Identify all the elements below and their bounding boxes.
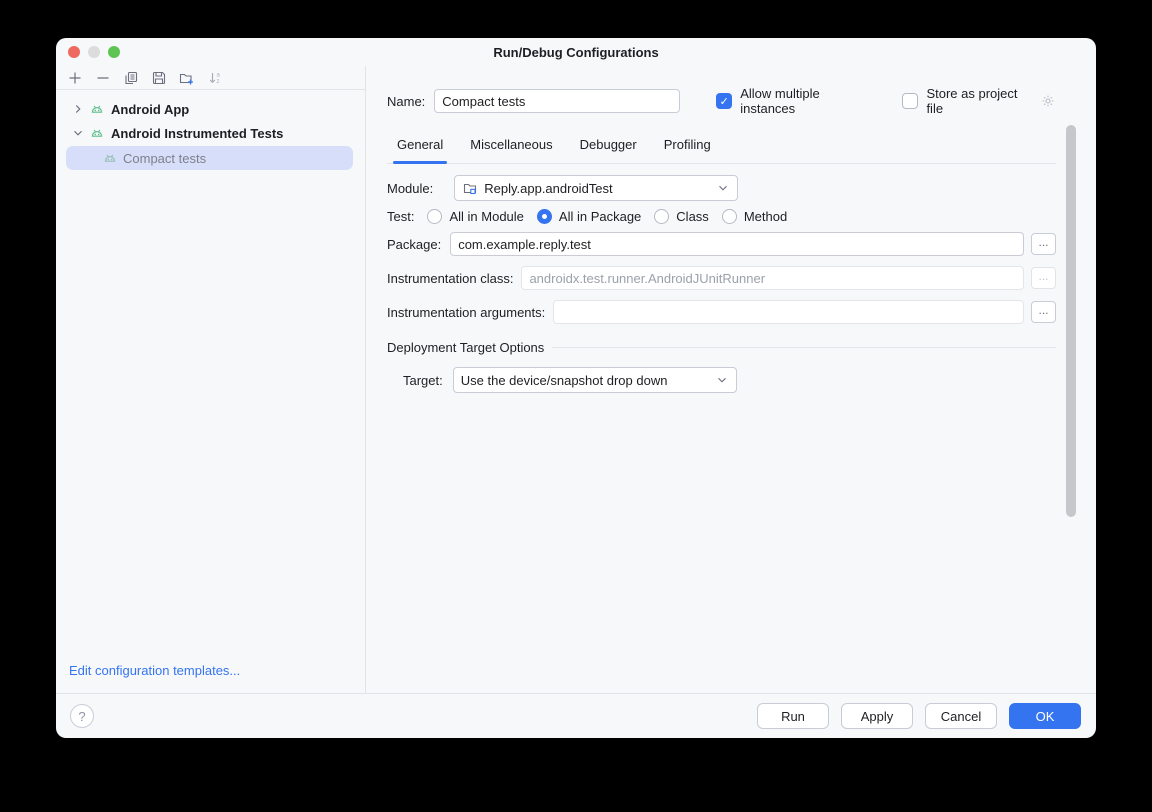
package-browse-button[interactable]: ...: [1031, 233, 1056, 255]
checkbox-checked-icon[interactable]: ✓: [716, 93, 732, 109]
minimize-window-button: [88, 46, 100, 58]
form-tabs: General Miscellaneous Debugger Profiling: [387, 137, 1056, 164]
chevron-down-icon: [716, 181, 730, 195]
tab-debugger[interactable]: Debugger: [580, 137, 637, 163]
tab-miscellaneous[interactable]: Miscellaneous: [470, 137, 552, 163]
configurations-tree: Android App Android Instrumented Tests: [56, 97, 365, 170]
edit-configuration-templates-link[interactable]: Edit configuration templates...: [69, 663, 240, 678]
configurations-sidebar: a z An: [56, 66, 366, 693]
close-window-button[interactable]: [68, 46, 80, 58]
name-label: Name:: [387, 94, 425, 109]
radio-method[interactable]: Method: [722, 209, 787, 224]
run-button[interactable]: Run: [757, 703, 829, 729]
copy-configuration-icon[interactable]: [122, 69, 139, 86]
add-configuration-icon[interactable]: [66, 69, 83, 86]
module-value: Reply.app.androidTest: [484, 181, 710, 196]
zoom-window-button[interactable]: [108, 46, 120, 58]
name-input[interactable]: [434, 89, 680, 113]
instrumentation-class-input[interactable]: [521, 266, 1024, 290]
test-label: Test:: [387, 209, 414, 224]
dialog-title: Run/Debug Configurations: [56, 38, 1096, 68]
sidebar-toolbar: a z: [56, 66, 365, 90]
ok-button[interactable]: OK: [1009, 703, 1081, 729]
instrumentation-class-browse-button: ...: [1031, 267, 1056, 289]
radio-unselected-icon[interactable]: [654, 209, 669, 224]
store-settings-gear-icon[interactable]: [1040, 93, 1056, 109]
configuration-form: Name: ✓ Allow multiple instances Store a…: [366, 66, 1096, 693]
remove-configuration-icon[interactable]: [94, 69, 111, 86]
cancel-button[interactable]: Cancel: [925, 703, 997, 729]
deployment-target-options-heading: Deployment Target Options: [387, 340, 544, 355]
run-debug-configurations-dialog: Run/Debug Configurations: [56, 38, 1096, 738]
store-as-project-file-label: Store as project file: [926, 86, 1035, 116]
apply-button[interactable]: Apply: [841, 703, 913, 729]
instrumentation-arguments-input[interactable]: [553, 300, 1024, 324]
tree-item-label: Compact tests: [123, 151, 206, 166]
module-label: Module:: [387, 181, 433, 196]
sort-configurations-icon[interactable]: a z: [206, 69, 223, 86]
radio-unselected-icon[interactable]: [722, 209, 737, 224]
module-icon: [462, 180, 478, 196]
vertical-scrollbar[interactable]: [1066, 125, 1076, 517]
checkbox-unchecked-icon[interactable]: [902, 93, 918, 109]
new-folder-icon[interactable]: [178, 69, 195, 86]
svg-text:a: a: [216, 72, 220, 78]
save-configuration-icon[interactable]: [150, 69, 167, 86]
android-icon: [89, 101, 105, 117]
tree-item-label: Android App: [111, 102, 189, 117]
tree-item-android-instrumented-tests[interactable]: Android Instrumented Tests: [56, 121, 365, 145]
allow-multiple-instances-label: Allow multiple instances: [740, 86, 875, 116]
package-label: Package:: [387, 237, 441, 252]
target-value: Use the device/snapshot drop down: [461, 373, 709, 388]
window-controls: [68, 46, 120, 58]
instrumentation-class-label: Instrumentation class:: [387, 271, 513, 286]
android-icon: [89, 125, 105, 141]
instrumentation-arguments-label: Instrumentation arguments:: [387, 305, 545, 320]
tab-general[interactable]: General: [397, 137, 443, 163]
radio-unselected-icon[interactable]: [427, 209, 442, 224]
svg-text:z: z: [216, 79, 219, 85]
radio-class[interactable]: Class: [654, 209, 709, 224]
android-icon: [102, 150, 118, 166]
section-divider: [552, 347, 1056, 348]
target-dropdown[interactable]: Use the device/snapshot drop down: [453, 367, 737, 393]
radio-all-in-module[interactable]: All in Module: [427, 209, 523, 224]
store-as-project-file-checkbox-group[interactable]: Store as project file: [902, 86, 1056, 116]
help-button[interactable]: ?: [70, 704, 94, 728]
tab-profiling[interactable]: Profiling: [664, 137, 711, 163]
tree-item-android-app[interactable]: Android App: [56, 97, 365, 121]
allow-multiple-instances-checkbox-group[interactable]: ✓ Allow multiple instances: [716, 86, 875, 116]
package-input[interactable]: [450, 232, 1024, 256]
radio-selected-icon[interactable]: [537, 209, 552, 224]
titlebar: Run/Debug Configurations: [56, 38, 1096, 66]
dialog-footer: ? Run Apply Cancel OK: [56, 693, 1096, 738]
chevron-down-icon: [715, 373, 729, 387]
tree-item-compact-tests-selected[interactable]: Compact tests: [66, 146, 353, 170]
module-dropdown[interactable]: Reply.app.androidTest: [454, 175, 738, 201]
chevron-right-icon[interactable]: [70, 101, 86, 117]
instrumentation-arguments-browse-button[interactable]: ...: [1031, 301, 1056, 323]
radio-all-in-package[interactable]: All in Package: [537, 209, 641, 224]
tree-item-label: Android Instrumented Tests: [111, 126, 283, 141]
target-label: Target:: [403, 373, 443, 388]
chevron-down-icon[interactable]: [70, 125, 86, 141]
